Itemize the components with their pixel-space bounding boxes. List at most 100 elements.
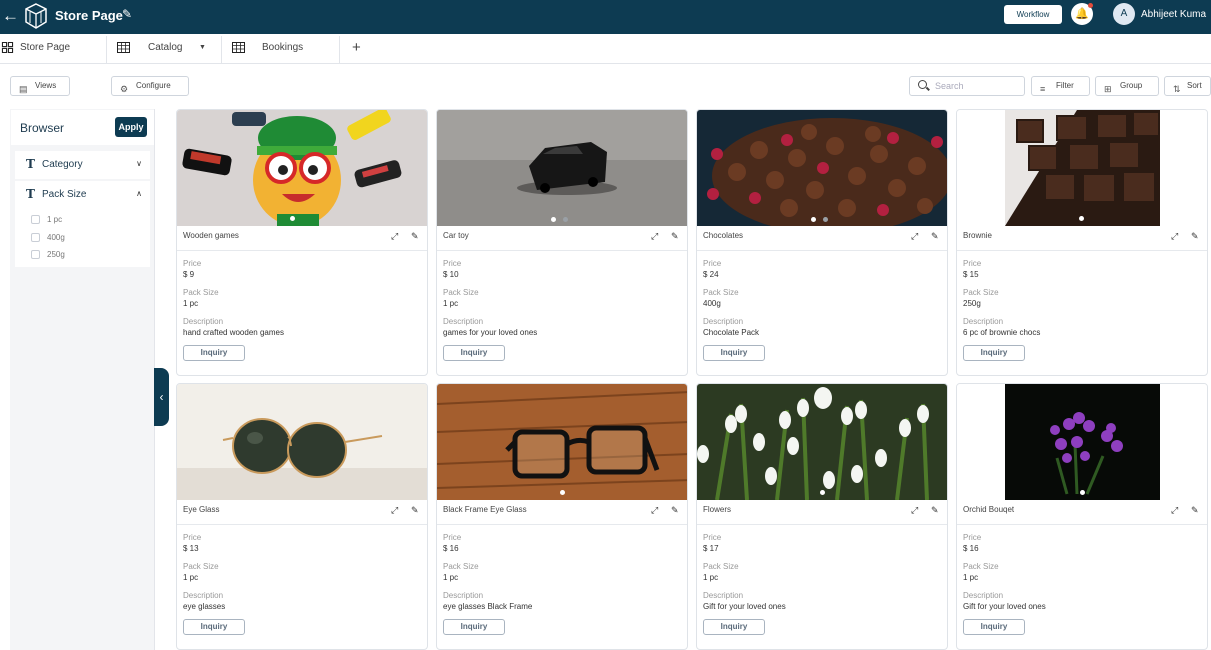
edit-icon[interactable]: ✎	[1191, 505, 1199, 516]
image-carousel-dots[interactable]	[560, 482, 572, 495]
user-name[interactable]: Abhijeet Kuma	[1141, 9, 1206, 20]
divider	[697, 250, 947, 251]
carousel-dot[interactable]	[1080, 490, 1085, 495]
price-value: $ 16	[963, 544, 979, 553]
description-label: Description	[183, 591, 224, 600]
chevron-up-icon[interactable]: ∧	[136, 189, 142, 198]
expand-icon[interactable]: ⤢	[1171, 231, 1178, 242]
expand-icon[interactable]: ⤢	[651, 505, 658, 516]
collapse-sidebar-button[interactable]: ‹	[154, 368, 169, 426]
edit-icon[interactable]: ✎	[931, 505, 939, 516]
edit-icon[interactable]: ✎	[671, 505, 679, 516]
workflow-button[interactable]: Workflow	[1004, 5, 1062, 24]
checkbox[interactable]	[31, 250, 40, 259]
carousel-dot[interactable]	[823, 217, 828, 222]
inquiry-button[interactable]: Inquiry	[183, 345, 245, 361]
facet-category[interactable]: T Category ∨	[15, 151, 150, 179]
views-button[interactable]: ▤ Views	[10, 76, 70, 96]
inquiry-button[interactable]: Inquiry	[963, 619, 1025, 635]
edit-title-icon[interactable]: ✎	[122, 7, 132, 21]
image-carousel-dots[interactable]	[820, 482, 832, 495]
edit-icon[interactable]: ✎	[1191, 231, 1199, 242]
product-name: Black Frame Eye Glass	[443, 505, 527, 514]
description-label: Description	[703, 317, 744, 326]
description-value: eye glasses Black Frame	[443, 602, 533, 611]
product-card[interactable]: Eye Glass ⤢ ✎ Price $ 13 Pack Size 1 pc …	[176, 383, 428, 650]
inquiry-button[interactable]: Inquiry	[703, 345, 765, 361]
carousel-dot[interactable]	[1079, 216, 1084, 221]
search-icon	[918, 80, 927, 89]
carousel-dot[interactable]	[563, 217, 568, 222]
carousel-dot[interactable]	[551, 217, 556, 222]
image-carousel-dots[interactable]	[811, 209, 835, 222]
product-card[interactable]: Brownie ⤢ ✎ Price $ 15 Pack Size 250g De…	[956, 109, 1208, 376]
product-image[interactable]	[177, 384, 428, 500]
expand-icon[interactable]: ⤢	[391, 505, 398, 516]
product-card[interactable]: Black Frame Eye Glass ⤢ ✎ Price $ 16 Pac…	[436, 383, 688, 650]
pack-size-value: 1 pc	[963, 573, 979, 582]
price-value: $ 16	[443, 544, 459, 553]
product-name: Flowers	[703, 505, 732, 514]
price-label: Price	[443, 533, 462, 542]
edit-icon[interactable]: ✎	[411, 231, 419, 242]
sort-button[interactable]: ⇅ Sort	[1164, 76, 1211, 96]
browser-sidebar: Browser Apply T Category ∨ T Pack Size ∧…	[10, 109, 155, 650]
description-value: 6 pc of brownie chocs	[963, 328, 1041, 337]
product-card[interactable]: Flowers ⤢ ✎ Price $ 17 Pack Size 1 pc De…	[696, 383, 948, 650]
carousel-dot[interactable]	[820, 490, 825, 495]
add-tab-icon[interactable]: +	[352, 39, 361, 56]
grid-icon	[1, 42, 14, 53]
checkbox[interactable]	[31, 233, 40, 242]
search-input[interactable]: Search	[909, 76, 1025, 96]
inquiry-button[interactable]: Inquiry	[963, 345, 1025, 361]
user-avatar[interactable]: A	[1113, 3, 1135, 25]
image-carousel-dots[interactable]	[1080, 482, 1092, 495]
image-carousel-dots[interactable]	[1079, 208, 1091, 221]
inquiry-button[interactable]: Inquiry	[183, 619, 245, 635]
carousel-dot[interactable]	[560, 490, 565, 495]
carousel-dot[interactable]	[811, 217, 816, 222]
edit-icon[interactable]: ✎	[671, 231, 679, 242]
expand-icon[interactable]: ⤢	[911, 231, 918, 242]
tab-store-page[interactable]: Store Page	[0, 34, 105, 64]
product-image[interactable]	[177, 110, 428, 226]
product-name: Brownie	[963, 231, 992, 240]
pack-size-label: Pack Size	[963, 288, 999, 297]
price-label: Price	[183, 259, 202, 268]
description-label: Description	[703, 591, 744, 600]
configure-button[interactable]: ⚙ Configure	[111, 76, 189, 96]
expand-icon[interactable]: ⤢	[1171, 505, 1178, 516]
tab-bookings[interactable]: Bookings	[222, 34, 339, 64]
tab-catalog[interactable]: Catalog ▼	[107, 34, 220, 64]
product-card[interactable]: Orchid Bouqet ⤢ ✎ Price $ 16 Pack Size 1…	[956, 383, 1208, 650]
product-card[interactable]: Chocolates ⤢ ✎ Price $ 24 Pack Size 400g…	[696, 109, 948, 376]
description-value: Chocolate Pack	[703, 328, 760, 337]
facet-pack-size[interactable]: T Pack Size ∧ 1 pc 400g 250g	[15, 181, 150, 267]
tab-label: Bookings	[262, 42, 304, 53]
checkbox[interactable]	[31, 215, 40, 224]
back-arrow-icon[interactable]: ←	[2, 6, 19, 26]
image-carousel-dots[interactable]	[290, 208, 302, 221]
expand-icon[interactable]: ⤢	[651, 231, 658, 242]
filter-button[interactable]: ≡ Filter	[1031, 76, 1090, 96]
divider	[177, 250, 427, 251]
image-carousel-dots[interactable]	[551, 209, 575, 222]
group-button[interactable]: ⊞ Group	[1095, 76, 1159, 96]
expand-icon[interactable]: ⤢	[391, 231, 398, 242]
carousel-dot[interactable]	[290, 216, 295, 221]
edit-icon[interactable]: ✎	[931, 231, 939, 242]
product-card[interactable]: Car toy ⤢ ✎ Price $ 10 Pack Size 1 pc De…	[436, 109, 688, 376]
edit-icon[interactable]: ✎	[411, 505, 419, 516]
chevron-down-icon[interactable]: ▼	[199, 34, 206, 62]
expand-icon[interactable]: ⤢	[911, 505, 918, 516]
price-label: Price	[183, 533, 202, 542]
pack-size-value: 400g	[703, 299, 721, 308]
inquiry-button[interactable]: Inquiry	[443, 345, 505, 361]
product-card[interactable]: Wooden games ⤢ ✎ Price $ 9 Pack Size 1 p…	[176, 109, 428, 376]
apply-button[interactable]: Apply	[115, 117, 147, 137]
price-value: $ 13	[183, 544, 199, 553]
chevron-down-icon[interactable]: ∨	[136, 159, 142, 168]
inquiry-button[interactable]: Inquiry	[443, 619, 505, 635]
inquiry-button[interactable]: Inquiry	[703, 619, 765, 635]
description-label: Description	[183, 317, 224, 326]
